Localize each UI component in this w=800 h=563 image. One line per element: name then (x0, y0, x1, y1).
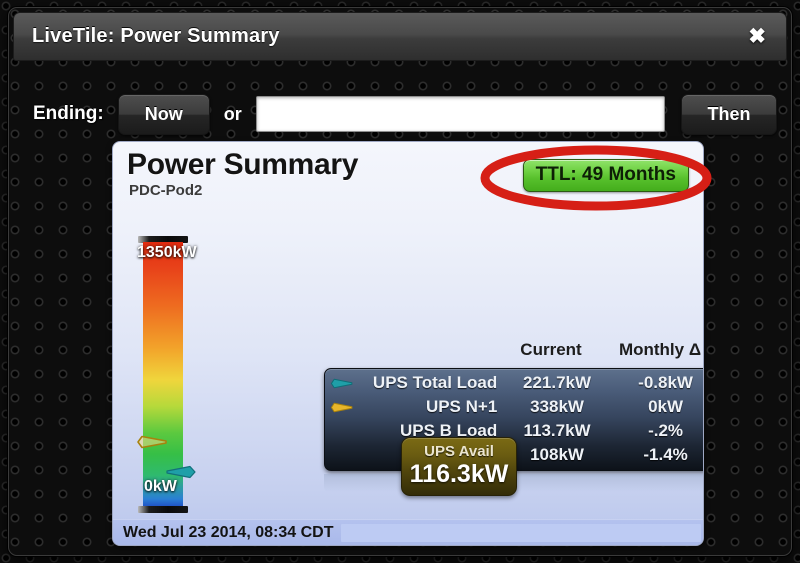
table-row[interactable]: UPS N+1 338kW 0kW 0kW (325, 395, 703, 419)
column-header-current: Current (520, 340, 582, 359)
row-current: 113.7kW (523, 421, 591, 440)
ending-label: Ending: (33, 103, 104, 124)
row-monthly: -0.8kW (638, 373, 693, 392)
ups-avail-value: 116.3kW (409, 460, 509, 488)
footer-strip (341, 523, 701, 542)
row-current: 338kW (530, 397, 584, 416)
close-icon[interactable]: ✖ (742, 24, 772, 49)
livetile-dialog: LiveTile: Power Summary ✖ Ending: Now or… (8, 7, 792, 556)
ending-date-input[interactable] (255, 96, 665, 132)
teal-arrow-icon (166, 465, 196, 479)
tile-title: Power Summary (127, 148, 359, 181)
tile-header: Power Summary PDC-Pod2 (127, 148, 359, 199)
or-label: or (223, 103, 242, 124)
ups-avail-label: UPS Avail (424, 443, 494, 460)
dialog-titlebar: LiveTile: Power Summary ✖ (13, 12, 787, 61)
row-monthly: 0kW (648, 397, 684, 416)
row-monthly: -.2% (648, 421, 684, 440)
gauge-min-label: 0kW (144, 478, 177, 495)
timestamp-label: Wed Jul 23 2014, 08:34 CDT (123, 523, 334, 541)
table-column-headers: Current Monthly Δ Yearly Δ (323, 340, 703, 360)
gauge-max-label: 1350kW (137, 244, 197, 261)
ending-controls: Ending: Now or Then (9, 86, 791, 142)
row-current: 108kW (530, 445, 584, 464)
row-monthly: -1.4% (643, 445, 688, 464)
power-summary-tile[interactable]: Power Summary PDC-Pod2 TTL: 49 Months 13… (112, 141, 704, 546)
tile-subtitle: PDC-Pod2 (129, 181, 203, 199)
gold-arrow-icon (137, 435, 167, 449)
teal-arrow-icon (325, 377, 355, 390)
gauge-cap-bottom (138, 506, 188, 513)
column-header-name (323, 340, 495, 360)
screen-background: LiveTile: Power Summary ✖ Ending: Now or… (0, 0, 800, 563)
row-current: 221.7kW (523, 373, 592, 392)
table-row[interactable]: UPS Total Load 221.7kW -0.8kW 8.9kW (325, 371, 703, 395)
dialog-title: LiveTile: Power Summary (32, 25, 280, 47)
power-gauge: 1350kW 0kW (131, 234, 207, 516)
now-button[interactable]: Now (117, 93, 210, 135)
ttl-badge[interactable]: TTL: 49 Months (522, 159, 689, 192)
tile-footer: Wed Jul 23 2014, 08:34 CDT (113, 519, 703, 545)
gold-arrow-icon (325, 401, 355, 414)
then-button[interactable]: Then (681, 93, 777, 135)
row-label: UPS N+1 (425, 397, 498, 416)
column-header-monthly: Monthly Δ (618, 340, 702, 359)
row-label: UPS Total Load (372, 373, 498, 392)
ups-avail-box[interactable]: UPS Avail 116.3kW (401, 437, 517, 497)
